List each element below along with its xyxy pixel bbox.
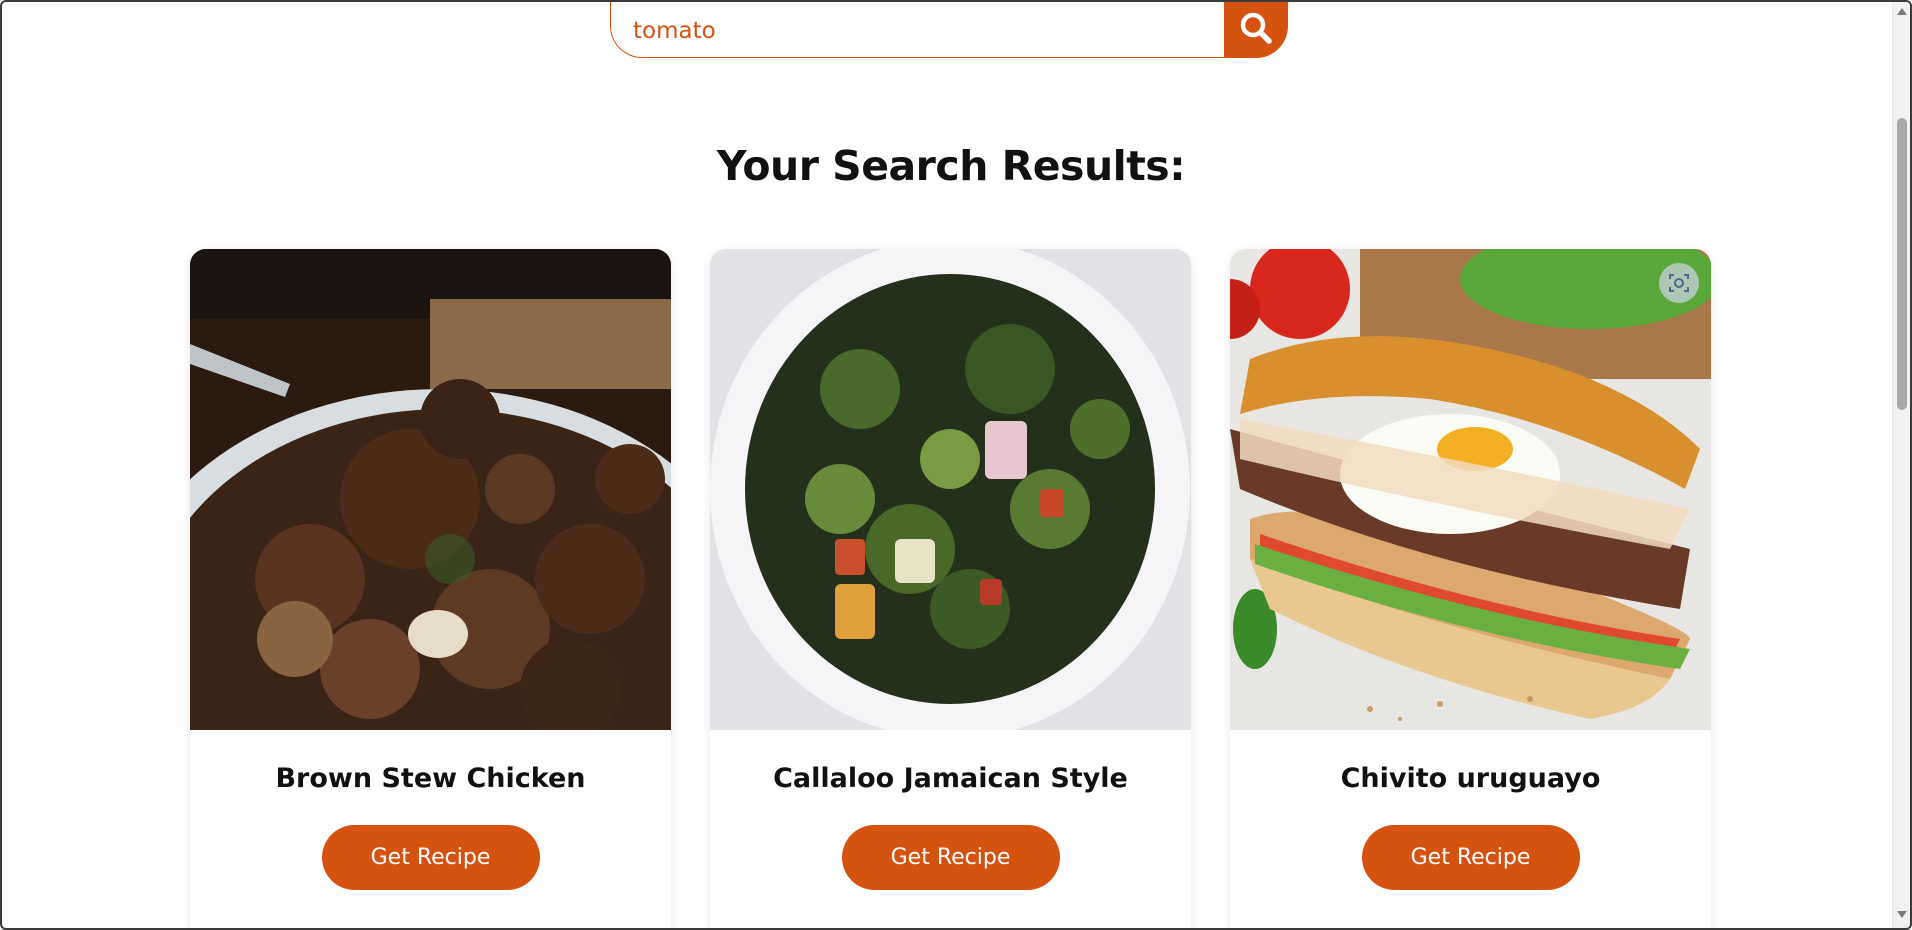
search-button[interactable] bbox=[1224, 2, 1288, 58]
recipe-card: Chivito uruguayo Get Recipe bbox=[1230, 249, 1711, 928]
get-recipe-button[interactable]: Get Recipe bbox=[841, 825, 1060, 890]
get-recipe-button[interactable]: Get Recipe bbox=[1361, 825, 1580, 890]
scrollbar-thumb[interactable] bbox=[1897, 118, 1907, 410]
recipe-image bbox=[710, 249, 1191, 730]
results-heading: Your Search Results: bbox=[716, 142, 1186, 190]
search-bar bbox=[610, 2, 1288, 58]
recipe-title: Brown Stew Chicken bbox=[275, 763, 586, 794]
search-input[interactable] bbox=[610, 2, 1224, 58]
recipe-title: Chivito uruguayo bbox=[1340, 763, 1601, 794]
recipe-image bbox=[1230, 249, 1711, 730]
browser-window: Your Search Results: bbox=[0, 0, 1912, 930]
scroll-up-arrow-icon[interactable] bbox=[1897, 8, 1907, 15]
recipe-card: Brown Stew Chicken Get Recipe bbox=[190, 249, 671, 928]
image-search-icon[interactable] bbox=[1659, 263, 1699, 303]
recipe-card: Callaloo Jamaican Style Get Recipe bbox=[710, 249, 1191, 928]
scroll-down-arrow-icon[interactable] bbox=[1897, 911, 1907, 918]
search-icon bbox=[1240, 12, 1272, 44]
recipe-image bbox=[190, 249, 671, 730]
get-recipe-button[interactable]: Get Recipe bbox=[321, 825, 540, 890]
recipe-title: Callaloo Jamaican Style bbox=[773, 763, 1128, 794]
vertical-scrollbar[interactable] bbox=[1892, 2, 1910, 928]
